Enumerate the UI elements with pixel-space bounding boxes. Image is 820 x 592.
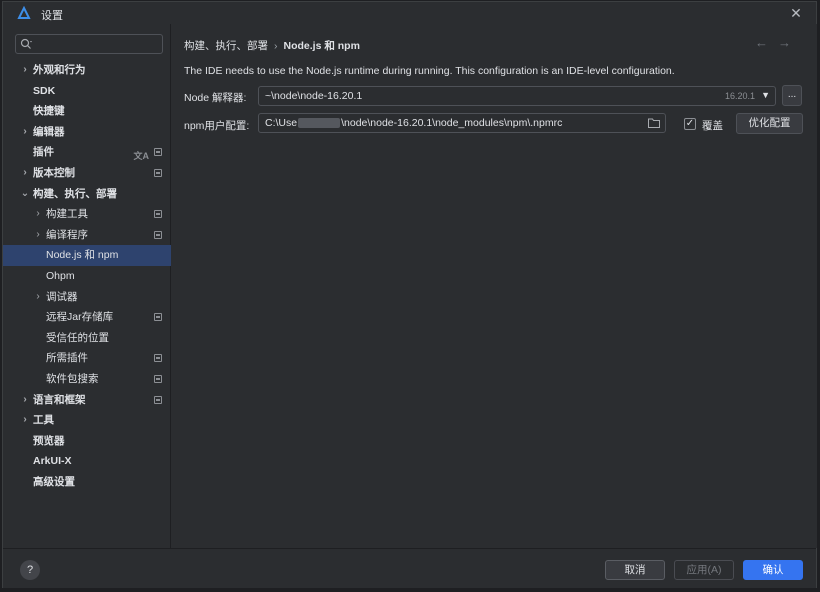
sidebar-item[interactable]: 预览器	[3, 431, 171, 452]
sidebar-item[interactable]: ArkUI-X	[3, 451, 171, 472]
sidebar-item-label: 所需插件	[46, 352, 88, 365]
sidebar-item-label: 构建、执行、部署	[33, 187, 117, 200]
project-icon	[154, 148, 162, 157]
sidebar-item[interactable]: › 编辑器	[3, 122, 171, 143]
sidebar-item-label: 插件	[33, 146, 54, 159]
sidebar-item[interactable]: › 构建工具	[3, 204, 171, 225]
sidebar-item[interactable]: 远程Jar存储库	[3, 307, 171, 328]
nav-arrows: ←→	[755, 35, 801, 50]
sidebar-item-label: 语言和框架	[33, 393, 86, 406]
breadcrumb: 构建、执行、部署 › Node.js 和 npm	[184, 38, 360, 53]
npm-config-label: npm用户配置:	[184, 120, 250, 132]
sidebar-item[interactable]: › 工具	[3, 410, 171, 431]
chevron-right-icon[interactable]: ›	[33, 225, 43, 246]
sidebar-item-label: 版本控制	[33, 166, 75, 179]
sidebar-item-label: Ohpm	[46, 269, 75, 282]
settings-dialog: 设置 ✕ › 外观和行为 SDK 快捷键 › 编辑器 插件 文A › 版本控制 ⌄ 构建、执行、部署 ›…	[2, 1, 817, 588]
sidebar-item[interactable]: 快捷键	[3, 101, 171, 122]
project-icon	[154, 230, 162, 239]
title-bar: 设置 ✕	[3, 2, 816, 24]
project-icon	[154, 395, 162, 404]
sidebar-item[interactable]: 软件包搜索	[3, 369, 171, 390]
sidebar-item-label: 软件包搜索	[46, 372, 99, 385]
settings-tree: › 外观和行为 SDK 快捷键 › 编辑器 插件 文A › 版本控制 ⌄ 构建、执行、部署 › 构建工具 ›…	[3, 60, 171, 492]
search-icon	[20, 38, 32, 49]
chevron-down-icon[interactable]: ▼	[761, 90, 770, 100]
sidebar-item[interactable]: › 编译程序	[3, 225, 171, 246]
sidebar-item-label: SDK	[33, 84, 56, 97]
sidebar-item-label: 工具	[33, 414, 54, 427]
chevron-right-icon[interactable]: ›	[20, 410, 30, 431]
breadcrumb-separator: ›	[274, 40, 278, 52]
sidebar-item[interactable]: Node.js 和 npm	[3, 245, 171, 266]
sidebar-item-label: 构建工具	[46, 208, 88, 221]
override-checkbox[interactable]: ✓	[684, 118, 696, 130]
chevron-right-icon[interactable]: ›	[33, 287, 43, 308]
sidebar-item[interactable]: ⌄ 构建、执行、部署	[3, 184, 171, 205]
project-icon	[154, 210, 162, 219]
sidebar-item-label: 快捷键	[33, 105, 65, 118]
chevron-right-icon[interactable]: ›	[20, 390, 30, 411]
window-title: 设置	[41, 10, 63, 22]
node-interpreter-label: Node 解释器:	[184, 92, 247, 104]
npm-config-value-suffix: \node\node-16.20.1\node_modules\npm\.npm…	[341, 117, 563, 129]
project-icon	[154, 354, 162, 363]
close-icon[interactable]: ✕	[788, 5, 804, 21]
chevron-right-icon[interactable]: ›	[20, 60, 30, 81]
sidebar-item-label: 调试器	[46, 290, 78, 303]
node-interpreter-value: ~\node\node-16.20.1	[265, 90, 363, 102]
optimize-config-button[interactable]: 优化配置	[736, 113, 803, 134]
app-logo-icon	[17, 6, 31, 19]
node-version-label: 16.20.1	[724, 91, 755, 101]
sidebar-item[interactable]: SDK	[3, 81, 171, 102]
project-icon	[154, 313, 162, 322]
chevron-right-icon[interactable]: ›	[33, 204, 43, 225]
sidebar-item[interactable]: › 调试器	[3, 287, 171, 308]
sidebar-item[interactable]: 受信任的位置	[3, 328, 171, 349]
override-label: 覆盖	[702, 120, 723, 132]
breadcrumb-current: Node.js 和 npm	[283, 40, 360, 52]
dialog-footer: ? 取消 应用(A) 确认	[3, 548, 816, 588]
sidebar-item-label: 外观和行为	[33, 64, 86, 76]
redacted-username	[298, 118, 341, 129]
chevron-down-icon[interactable]: ⌄	[20, 184, 30, 205]
project-icon	[154, 168, 162, 177]
sidebar-item[interactable]: 高级设置	[3, 472, 171, 493]
sidebar-item[interactable]: Ohpm	[3, 266, 171, 287]
apply-button[interactable]: 应用(A)	[674, 560, 734, 580]
sidebar-item-label: 编辑器	[33, 125, 65, 138]
forward-arrow-icon[interactable]: →	[778, 35, 801, 50]
sidebar-item[interactable]: 插件 文A	[3, 142, 171, 163]
settings-search[interactable]	[15, 34, 163, 54]
page-description: The IDE needs to use the Node.js runtime…	[184, 65, 675, 77]
sidebar-item[interactable]: › 版本控制	[3, 163, 171, 184]
npm-config-field[interactable]: C:\Use \node\node-16.20.1\node_modules\np…	[258, 113, 666, 133]
sidebar-item-label: 远程Jar存储库	[46, 311, 114, 324]
ok-button[interactable]: 确认	[743, 560, 803, 580]
sidebar-item[interactable]: › 外观和行为	[3, 60, 171, 81]
sidebar-item[interactable]: 所需插件	[3, 348, 171, 369]
help-button[interactable]: ?	[20, 560, 40, 580]
npm-config-value-prefix: C:\Use	[265, 117, 298, 129]
settings-sidebar: › 外观和行为 SDK 快捷键 › 编辑器 插件 文A › 版本控制 ⌄ 构建、执行、部署 › 构建工具 ›…	[3, 24, 171, 548]
project-icon	[154, 374, 162, 383]
chevron-right-icon[interactable]: ›	[20, 163, 30, 184]
sidebar-item-label: 高级设置	[33, 475, 75, 488]
sidebar-item[interactable]: › 语言和框架	[3, 390, 171, 411]
sidebar-item-label: 受信任的位置	[46, 331, 109, 344]
sidebar-item-label: ArkUI-X	[33, 455, 72, 468]
cancel-button[interactable]: 取消	[605, 560, 665, 580]
sidebar-item-label: Node.js 和 npm	[46, 249, 119, 262]
chevron-right-icon[interactable]: ›	[20, 122, 30, 143]
browse-node-button[interactable]: ...	[782, 85, 802, 106]
back-arrow-icon[interactable]: ←	[755, 35, 778, 50]
sidebar-item-label: 预览器	[33, 434, 65, 447]
npm-config-value: C:\Use \node\node-16.20.1\node_modules\np…	[265, 117, 562, 129]
folder-icon[interactable]	[648, 118, 660, 128]
node-interpreter-select[interactable]: ~\node\node-16.20.1 16.20.1 ▼	[258, 86, 776, 106]
settings-content: 构建、执行、部署 › Node.js 和 npm ←→ The IDE needs …	[172, 24, 817, 548]
breadcrumb-parent[interactable]: 构建、执行、部署	[184, 40, 268, 52]
sidebar-item-label: 编译程序	[46, 228, 88, 241]
search-input[interactable]	[36, 36, 160, 52]
